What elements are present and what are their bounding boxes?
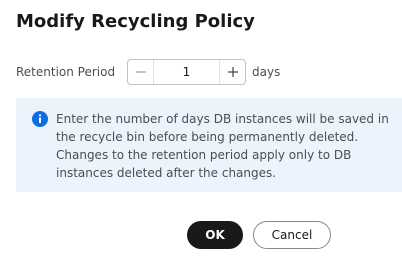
retention-period-stepper <box>127 59 246 85</box>
dialog-actions: OK Cancel <box>187 221 331 249</box>
increment-button[interactable] <box>219 60 245 84</box>
minus-icon <box>135 71 146 73</box>
dialog-title: Modify Recycling Policy <box>16 11 255 32</box>
cancel-button[interactable]: Cancel <box>253 221 331 249</box>
modify-recycling-policy-dialog: Modify Recycling Policy Retention Period… <box>0 0 402 265</box>
retention-period-label: Retention Period <box>16 65 116 79</box>
info-message: Enter the number of days DB instances wi… <box>56 112 389 180</box>
retention-period-row: Retention Period days <box>16 58 280 86</box>
decrement-button[interactable] <box>128 60 154 84</box>
plus-icon <box>227 67 238 77</box>
ok-button[interactable]: OK <box>187 221 243 249</box>
retention-unit-label: days <box>252 65 281 79</box>
retention-period-input[interactable] <box>154 60 219 84</box>
info-icon <box>32 111 48 127</box>
info-alert: Enter the number of days DB instances wi… <box>16 98 402 192</box>
